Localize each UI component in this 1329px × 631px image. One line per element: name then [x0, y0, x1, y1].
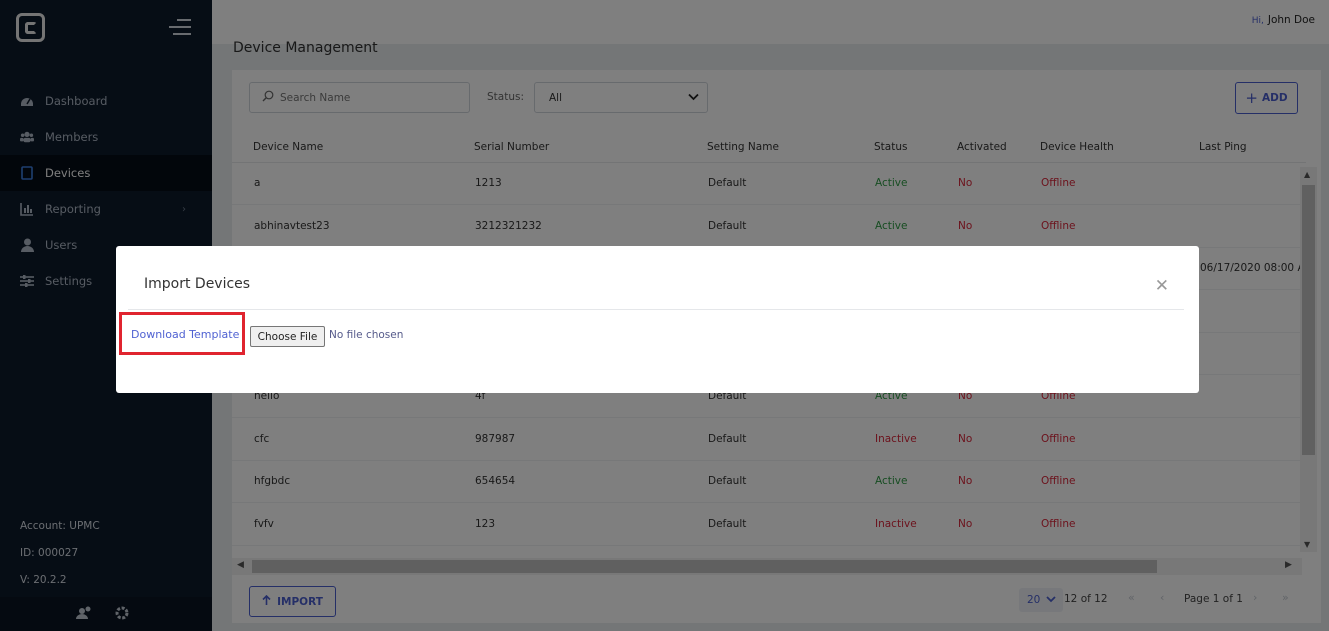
file-status-text: No file chosen [329, 329, 404, 341]
close-icon[interactable]: ✕ [1155, 276, 1169, 296]
import-devices-modal: Import Devices ✕ Download Template Choos… [116, 246, 1199, 393]
choose-file-button[interactable]: Choose File [250, 326, 325, 347]
download-template-link[interactable]: Download Template [131, 328, 239, 341]
modal-title: Import Devices [144, 276, 251, 292]
modal-divider [128, 309, 1184, 310]
